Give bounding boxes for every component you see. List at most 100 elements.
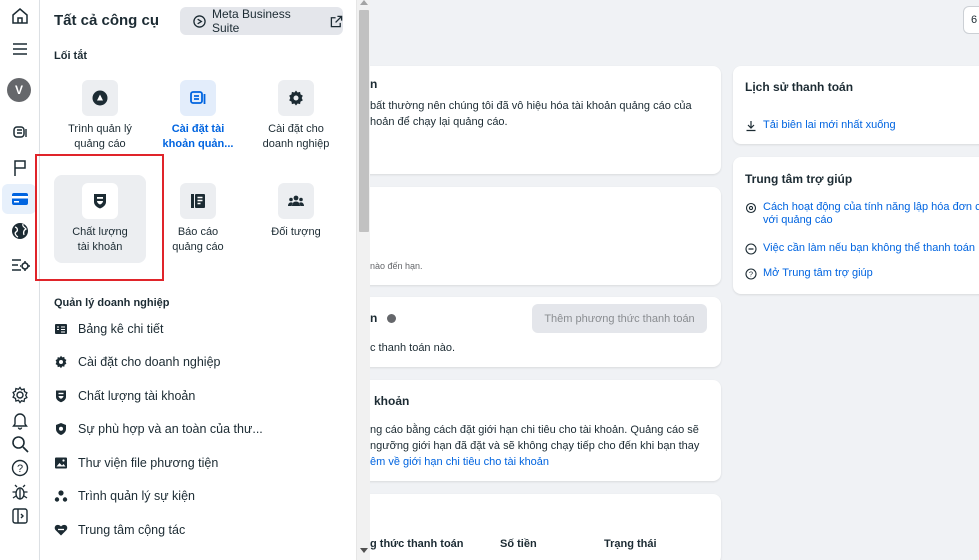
scroll-thumb[interactable] — [359, 10, 369, 232]
shortcut-ads-reporting[interactable]: Báo cáo quảng cáo — [152, 175, 244, 263]
tile-label: Cài đặt tài khoản quản... — [162, 123, 234, 150]
settings-icon — [745, 202, 757, 214]
gear-icon — [55, 355, 67, 369]
spending-limit-card: khoản ng cáo bằng cách đặt giới hạn chi … — [356, 380, 721, 481]
media-library-icon — [55, 457, 67, 469]
svg-text:?: ? — [17, 463, 23, 475]
tile-label: Cài đặt cho doanh nghiệp — [262, 123, 330, 150]
brand-safety-icon — [56, 423, 66, 435]
search-icon[interactable] — [8, 432, 32, 456]
card-text: bất thường nên chúng tôi đã vô hiệu hóa … — [370, 100, 692, 112]
card-text: hoản để chạy lại quảng cáo. — [370, 116, 508, 128]
card-text: c thanh toán nào. — [370, 342, 456, 354]
statement-icon — [55, 324, 67, 334]
question-icon: ? — [745, 268, 757, 280]
ads-manager-icon — [82, 80, 118, 116]
menu-label: Cài đặt cho doanh nghiệp — [78, 355, 221, 369]
table-header: Trạng thái — [604, 538, 657, 550]
menu-label: Trung tâm cộng tác — [78, 523, 186, 537]
card-note: nào đến hạn. — [370, 261, 423, 271]
events-manager-icon — [54, 490, 68, 502]
card-title: Trung tâm trợ giúp — [745, 172, 853, 186]
menu-icon[interactable] — [8, 37, 32, 61]
shortcut-business-settings[interactable]: Cài đặt cho doanh nghiệp — [250, 72, 342, 160]
billing-page: 6 n bất thường nên chúng tôi đã vô hiệu … — [356, 0, 979, 560]
shield-icon — [56, 390, 66, 403]
account-settings-icon — [180, 80, 216, 116]
card-title: n — [370, 77, 378, 91]
home-icon[interactable] — [8, 4, 32, 28]
globe-icon[interactable] — [8, 219, 32, 243]
all-tools-settings-icon[interactable] — [8, 253, 32, 277]
tile-label: Trình quản lý quảng cáo — [68, 123, 132, 150]
card-text: ngưỡng giới hạn đã đặt và sẽ không chạy … — [370, 440, 700, 452]
scroll-down-arrow[interactable] — [360, 548, 368, 553]
help-link-billing[interactable]: Cách hoạt động của tính năng lập hóa đơn… — [745, 201, 979, 227]
help-center-card: Trung tâm trợ giúp Cách hoạt động của tí… — [733, 157, 979, 294]
download-receipt-link[interactable]: Tải biên lai mới nhất xuống — [745, 119, 896, 132]
balance-card: nào đến hạn. — [356, 187, 721, 285]
spending-limit-link[interactable]: êm về giới hạn chi tiêu cho tài khoản — [370, 454, 549, 470]
shortcut-ads-manager[interactable]: Trình quản lý quảng cáo — [54, 72, 146, 160]
shortcut-ad-account-settings[interactable]: Cài đặt tài khoản quản... — [152, 72, 244, 160]
tile-label: Báo cáo quảng cáo — [172, 226, 224, 253]
business-management-heading: Quản lý doanh nghiệp — [54, 297, 170, 309]
panel-title: Tất cả công cụ — [54, 12, 160, 29]
payment-history-card: Lịch sử thanh toán Tải biên lai mới nhất… — [733, 66, 979, 144]
minus-circle-icon — [745, 243, 757, 255]
scroll-up-arrow[interactable] — [360, 0, 368, 5]
menu-item-media-library[interactable]: Thư viện file phương tiện — [54, 456, 218, 470]
link-label: Việc cần làm nếu bạn không thể thanh toá… — [763, 242, 976, 254]
info-icon[interactable] — [386, 314, 396, 324]
highlight-annotation-box — [35, 154, 164, 281]
avatar[interactable]: V — [7, 78, 31, 102]
sidebar-toggle-icon[interactable] — [8, 504, 32, 528]
account-disabled-card: n bất thường nên chúng tôi đã vô hiệu hó… — [356, 66, 721, 174]
button-label: Meta Business Suite — [212, 7, 291, 35]
tile-label: Đối tượng — [271, 226, 321, 238]
panel-scrollbar[interactable] — [356, 0, 370, 560]
menu-label: Trình quản lý sự kiện — [78, 489, 195, 503]
audience-icon — [278, 183, 314, 219]
help-link-cant-pay[interactable]: Việc cần làm nếu bạn không thể thanh toá… — [745, 242, 975, 255]
link-label: Mở Trung tâm trợ giúp — [763, 267, 873, 279]
date-range-button[interactable]: 6 — [963, 6, 979, 34]
report-icon — [180, 183, 216, 219]
meta-business-suite-button[interactable]: Meta Business Suite — [180, 7, 343, 35]
meta-business-suite-icon — [193, 14, 206, 28]
menu-item-collaboration-center[interactable]: Trung tâm cộng tác — [54, 523, 185, 537]
link-label: Tải biên lai mới nhất xuống — [763, 119, 896, 131]
settings-icon[interactable] — [8, 383, 32, 407]
menu-item-events-manager[interactable]: Trình quản lý sự kiện — [54, 489, 195, 503]
collaboration-icon — [54, 524, 68, 536]
gear-icon — [278, 80, 314, 116]
menu-item-business-settings[interactable]: Cài đặt cho doanh nghiệp — [54, 355, 220, 369]
help-link-open-center[interactable]: ? Mở Trung tâm trợ giúp — [745, 267, 873, 280]
bell-icon[interactable] — [8, 408, 32, 432]
menu-item-brand-safety[interactable]: Sự phù hợp và an toàn của thư... — [54, 422, 263, 436]
table-header: g thức thanh toán — [370, 538, 464, 550]
help-icon[interactable]: ? — [8, 456, 32, 480]
bug-icon[interactable] — [8, 480, 32, 504]
add-payment-method-button[interactable]: Thêm phương thức thanh toán — [532, 304, 707, 333]
billing-icon[interactable] — [8, 187, 32, 211]
menu-label: Bảng kê chi tiết — [78, 322, 164, 336]
table-header: Số tiền — [500, 538, 537, 550]
card-title: Lịch sử thanh toán — [745, 80, 854, 94]
menu-item-account-quality[interactable]: Chất lượng tài khoản — [54, 389, 195, 403]
card-text: ng cáo bằng cách đặt giới hạn chi tiêu c… — [370, 424, 699, 436]
shortcut-audiences[interactable]: Đối tượng — [250, 175, 342, 263]
menu-label: Sự phù hợp và an toàn của thư... — [78, 422, 263, 436]
svg-text:?: ? — [749, 270, 753, 279]
download-icon — [746, 121, 756, 132]
menu-label: Chất lượng tài khoản — [78, 389, 196, 403]
ad-accounts-icon[interactable] — [8, 120, 32, 144]
flag-icon[interactable] — [8, 156, 32, 180]
transactions-card: g thức thanh toán Số tiền Trạng thái — [356, 494, 721, 560]
card-title: n — [370, 310, 396, 326]
payment-methods-card: n c thanh toán nào. Thêm phương thức tha… — [356, 297, 721, 367]
menu-item-statement[interactable]: Bảng kê chi tiết — [54, 322, 163, 336]
shortcuts-heading: Lối tắt — [54, 50, 87, 62]
link-label: Cách hoạt động của tính năng lập hóa đơn… — [763, 201, 979, 226]
external-link-icon — [330, 15, 343, 27]
